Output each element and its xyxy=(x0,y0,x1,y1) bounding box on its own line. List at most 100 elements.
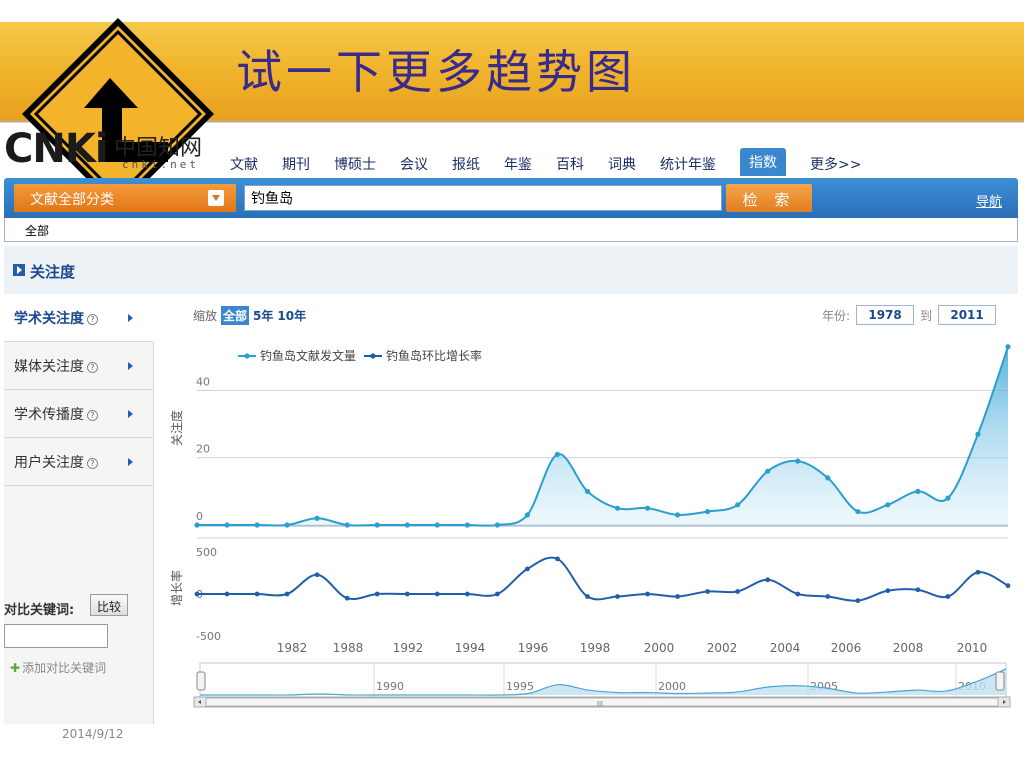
upper-series-point xyxy=(614,505,621,511)
sidebar-tab-2[interactable]: 学术传播度? xyxy=(4,390,154,438)
year-to-word: 到 xyxy=(920,308,933,323)
scrollbar-grip-icon: III xyxy=(597,700,603,708)
nav-item-3[interactable]: 会议 xyxy=(400,148,428,176)
nav-item-1[interactable]: 期刊 xyxy=(282,148,310,176)
zoom-controls: 缩放 全部 5年 10年 xyxy=(193,306,310,325)
lower-series-point xyxy=(314,572,320,578)
navigator-label: 2005 xyxy=(810,680,838,693)
upper-series-point xyxy=(284,522,290,528)
slide-title: 试一下更多趋势图 xyxy=(236,45,636,99)
zoom-all-button[interactable]: 全部 xyxy=(221,306,250,325)
help-icon[interactable]: ? xyxy=(87,458,98,469)
nav-item-2[interactable]: 博硕士 xyxy=(334,148,376,176)
nav-item-7[interactable]: 词典 xyxy=(608,148,636,176)
chevron-down-icon xyxy=(208,190,224,206)
zoom-10y-button[interactable]: 10年 xyxy=(277,307,306,324)
scrollbar-track xyxy=(193,696,1011,708)
upper-series-point xyxy=(674,512,681,518)
compare-keyword-input[interactable] xyxy=(4,624,108,648)
legend-label-2: 钓鱼岛环比增长率 xyxy=(386,348,482,363)
lower-series-point xyxy=(224,591,230,597)
play-square-icon xyxy=(13,264,25,276)
sidebar-tab-1[interactable]: 媒体关注度? xyxy=(4,342,154,390)
sidebar-tab-label: 用户关注度 xyxy=(14,455,84,471)
upper-y-axis-label: 关注度 xyxy=(169,410,184,446)
nav-item-4[interactable]: 报纸 xyxy=(452,148,480,176)
x-tick-label: 2010 xyxy=(957,641,988,655)
upper-series-point xyxy=(584,488,591,494)
lower-series-point xyxy=(915,587,921,593)
zoom-5y-button[interactable]: 5年 xyxy=(253,307,273,324)
nav-item-8[interactable]: 统计年鉴 xyxy=(660,148,716,176)
upper-series-point xyxy=(735,502,741,508)
category-select[interactable]: 文献全部分类 xyxy=(14,184,236,212)
sidebar-tab-label: 媒体关注度 xyxy=(14,359,84,375)
lower-series-point xyxy=(404,591,410,597)
sidebar-tab-3[interactable]: 用户关注度? xyxy=(4,438,154,486)
year-label: 年份: xyxy=(822,308,851,323)
navigator-right-handle xyxy=(995,671,1005,691)
chevron-right-icon xyxy=(128,314,133,322)
x-tick-label: 2006 xyxy=(831,641,862,655)
nav-item-0[interactable]: 文献 xyxy=(230,148,258,176)
guide-link[interactable]: 导航 xyxy=(976,191,1002,210)
upper-series-point xyxy=(705,508,711,515)
lower-series-point xyxy=(254,591,260,597)
chevron-right-icon xyxy=(128,410,133,418)
nav-item-9[interactable]: 指数 xyxy=(740,148,786,176)
navigator-frame xyxy=(199,662,1007,698)
upper-series-line xyxy=(197,346,1009,527)
upper-series-point xyxy=(825,475,831,481)
logo-latin: CNKi xyxy=(4,126,109,172)
lower-y-axis-label: 增长率 xyxy=(169,570,184,606)
x-tick-label: 2004 xyxy=(770,641,801,655)
help-icon[interactable]: ? xyxy=(87,362,98,373)
nav-item-5[interactable]: 年鉴 xyxy=(504,148,532,176)
upper-series-point xyxy=(975,431,981,437)
search-input[interactable] xyxy=(244,185,722,211)
search-bar: 文献全部分类 检 索 导航 xyxy=(4,178,1018,218)
upper-series-area xyxy=(197,346,1008,526)
upper-series-point xyxy=(945,495,951,501)
cnki-logo[interactable]: CNKi 中国知网 cnki.net xyxy=(4,124,214,180)
x-tick-label: 2000 xyxy=(644,641,675,655)
navigator-label: 1990 xyxy=(376,680,404,693)
lower-series-point xyxy=(464,591,470,597)
breadcrumb[interactable]: 全部 xyxy=(25,222,49,239)
search-button[interactable]: 检 索 xyxy=(726,184,812,212)
sidebar-tab-label: 学术传播度 xyxy=(14,407,84,423)
upper-series-point xyxy=(765,468,771,474)
logo-domain: cnki.net xyxy=(122,158,199,171)
lower-series-point xyxy=(645,591,650,597)
slide: 试一下更多趋势图 CNKi 中国知网 cnki.net 文献 期刊 博硕士 会议 报纸年… xyxy=(0,0,1024,768)
legend-label-1: 钓鱼岛文献发文量 xyxy=(260,348,356,363)
year-to-field[interactable]: 2011 xyxy=(938,305,997,325)
upper-series-point xyxy=(404,522,410,528)
lower-series-point xyxy=(825,594,831,599)
sidebar-tab-0[interactable]: 学术关注度? xyxy=(4,294,154,342)
main-nav: 文献 期刊 博硕士 会议 报纸 年鉴 百科 词典 统计年鉴 指数 更多>> xyxy=(230,148,885,176)
add-keyword-label: 添加对比关键词 xyxy=(22,661,107,675)
compare-button[interactable]: 比较 xyxy=(90,594,128,616)
year-from-field[interactable]: 1978 xyxy=(856,305,915,325)
chevron-right-icon xyxy=(128,458,133,466)
upper-series-point xyxy=(855,508,861,515)
upper-series-point xyxy=(194,522,200,528)
help-icon[interactable]: ? xyxy=(87,410,98,421)
lower-series-line xyxy=(197,556,1009,602)
category-select-label: 文献全部分类 xyxy=(30,192,114,208)
nav-item-6[interactable]: 百科 xyxy=(556,148,584,176)
lower-series-point xyxy=(374,591,380,597)
lower-series-point xyxy=(615,594,620,599)
upper-series-point xyxy=(795,458,801,464)
help-icon[interactable]: ? xyxy=(87,314,98,325)
compare-label: 对比关键词: xyxy=(4,603,75,618)
legend-marker-1 xyxy=(244,353,250,359)
nav-item-10[interactable]: 更多>> xyxy=(810,148,861,176)
lower-series-point xyxy=(284,591,290,597)
upper-series-point xyxy=(1005,344,1011,350)
plus-icon: ✚ xyxy=(10,661,21,675)
lower-series-point xyxy=(885,588,891,594)
add-keyword-link[interactable]: ✚ 添加对比关键词 xyxy=(10,659,106,676)
upper-series-point xyxy=(434,522,440,528)
